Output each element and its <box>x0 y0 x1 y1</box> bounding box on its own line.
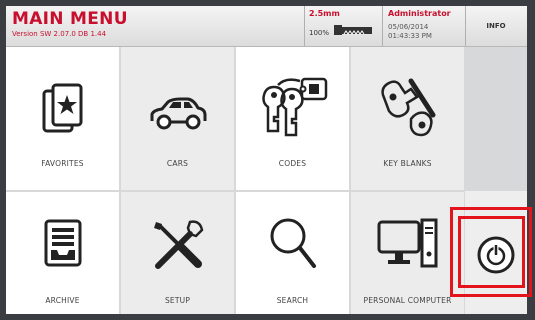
setup-icon <box>153 220 203 269</box>
highlight-inner-frame <box>458 216 525 288</box>
search-icon <box>270 218 316 268</box>
key-cut-icon <box>334 25 372 35</box>
setup-label: SETUP <box>164 296 191 305</box>
blade-size: 2.5mm <box>309 9 340 18</box>
menu-grid: FAVORITES CARS CODES KEY BLANKS ARCHIVE … <box>6 47 527 314</box>
key-blanks-icon <box>380 78 435 137</box>
favorites-tile[interactable]: FAVORITES <box>6 47 119 190</box>
info-button[interactable]: INFO <box>465 6 527 46</box>
date-text: 05/06/2014 <box>388 23 429 31</box>
divider <box>304 6 305 46</box>
header-bar: MAIN MENU Version SW 2.07.0 DB 1.44 2.5m… <box>6 6 527 47</box>
personal-computer-tile[interactable]: PERSONAL COMPUTER <box>351 192 464 314</box>
archive-label: ARCHIVE <box>45 296 80 305</box>
codes-icon <box>261 77 327 137</box>
search-label: SEARCH <box>276 296 309 305</box>
personal-computer-label: PERSONAL COMPUTER <box>363 296 452 305</box>
favorites-icon <box>42 83 82 133</box>
archive-tile[interactable]: ARCHIVE <box>6 192 119 314</box>
search-tile[interactable]: SEARCH <box>236 192 349 314</box>
percent-indicator: 100% <box>309 29 330 37</box>
cars-label: CARS <box>166 159 189 168</box>
favorites-label: FAVORITES <box>41 159 84 168</box>
key-blanks-label: KEY BLANKS <box>383 159 432 168</box>
divider <box>382 6 383 46</box>
cars-tile[interactable]: CARS <box>121 47 234 190</box>
setup-tile[interactable]: SETUP <box>121 192 234 314</box>
time-text: 01:43:33 PM <box>388 32 432 40</box>
archive-icon <box>44 219 81 267</box>
version-text: Version SW 2.07.0 DB 1.44 <box>12 30 107 38</box>
screen: MAIN MENU Version SW 2.07.0 DB 1.44 2.5m… <box>6 6 527 314</box>
key-blanks-tile[interactable]: KEY BLANKS <box>351 47 464 190</box>
car-icon <box>150 97 206 130</box>
codes-label: CODES <box>278 159 307 168</box>
computer-icon <box>377 218 437 268</box>
codes-tile[interactable]: CODES <box>236 47 349 190</box>
page-title: MAIN MENU <box>12 9 128 29</box>
user-name: Administrator <box>388 9 451 18</box>
